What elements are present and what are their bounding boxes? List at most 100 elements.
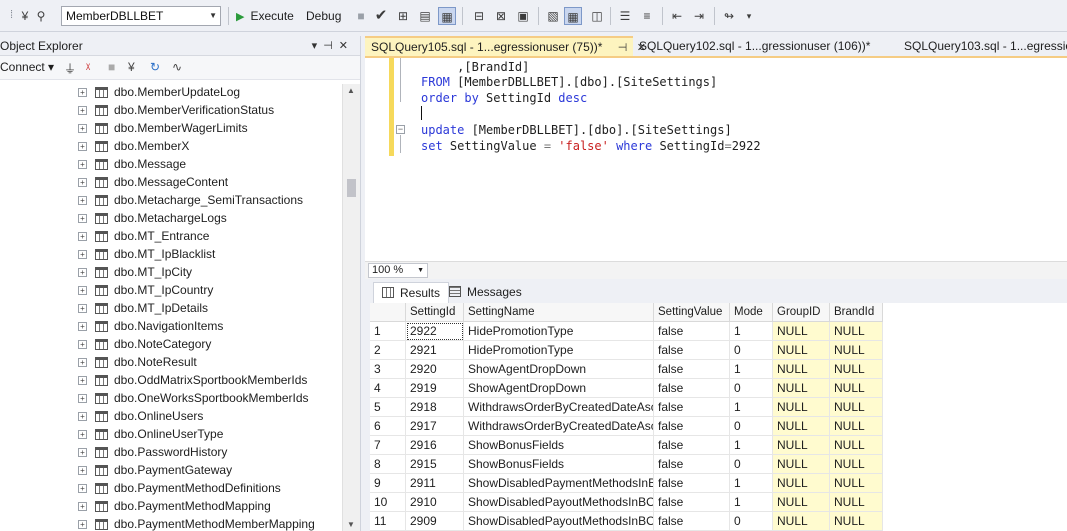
tree-item[interactable]: + dbo.MemberVerificationStatus — [0, 102, 342, 120]
code-line[interactable]: order by SettingId desc — [421, 91, 587, 105]
tree-item[interactable]: + dbo.PaymentMethodMapping — [0, 498, 342, 516]
column-header[interactable]: BrandId — [830, 303, 883, 322]
tab-results[interactable]: Results — [373, 282, 450, 303]
grid-cell[interactable]: 2909 — [406, 512, 464, 531]
grid-cell[interactable]: false — [654, 436, 730, 455]
grid-cell[interactable]: 1 — [730, 493, 773, 512]
grid-cell[interactable]: 0 — [730, 512, 773, 531]
grid-cell[interactable]: 1 — [730, 322, 773, 341]
grid-cell[interactable]: NULL — [830, 379, 883, 398]
expand-icon[interactable]: + — [78, 178, 87, 187]
grid-cell[interactable]: NULL — [773, 455, 830, 474]
results-grid-toggle-icon[interactable]: ▦ — [564, 7, 582, 25]
uncomment-icon[interactable]: ≡ — [638, 7, 656, 25]
grid-cell[interactable]: false — [654, 493, 730, 512]
client-statistics-icon[interactable]: ▣ — [514, 7, 532, 25]
grid-cell[interactable]: NULL — [773, 379, 830, 398]
expand-icon[interactable]: + — [78, 466, 87, 475]
toolbar-overflow-icon[interactable]: ▾ — [740, 7, 758, 25]
specify-template-values-icon[interactable]: ↬ — [720, 7, 738, 25]
tree-item[interactable]: + dbo.PaymentGateway — [0, 462, 342, 480]
tree-item[interactable]: + dbo.MT_IpCountry — [0, 282, 342, 300]
grid-cell[interactable]: NULL — [830, 322, 883, 341]
tree-item[interactable]: + dbo.NavigationItems — [0, 318, 342, 336]
tree-item[interactable]: + dbo.Metacharge_SemiTransactions — [0, 192, 342, 210]
results-to-text-icon[interactable]: ▧ — [544, 7, 562, 25]
grid-cell[interactable]: 2917 — [406, 417, 464, 436]
window-position-icon[interactable]: ▾ — [312, 40, 324, 52]
expand-icon[interactable]: + — [78, 430, 87, 439]
scroll-down-icon[interactable]: ▼ — [347, 520, 355, 529]
expand-icon[interactable]: + — [78, 412, 87, 421]
grid-cell[interactable]: NULL — [830, 474, 883, 493]
code-line[interactable]: update [MemberDBLLBET].[dbo].[SiteSettin… — [421, 123, 732, 137]
expand-icon[interactable]: + — [78, 520, 87, 529]
tree-item[interactable]: + dbo.MT_Entrance — [0, 228, 342, 246]
grid-cell[interactable]: NULL — [773, 341, 830, 360]
activity-monitor-icon[interactable]: ∿ — [172, 60, 182, 74]
grid-cell[interactable]: 2916 — [406, 436, 464, 455]
grid-cell[interactable]: false — [654, 398, 730, 417]
grid-cell[interactable]: 1 — [730, 360, 773, 379]
grid-cell[interactable]: 0 — [730, 341, 773, 360]
code-line[interactable]: ,[BrandId] — [421, 60, 529, 74]
tree-item[interactable]: + dbo.MT_IpDetails — [0, 300, 342, 318]
grid-cell[interactable]: ShowDisabledPayoutMethodsInBO — [464, 493, 654, 512]
grid-cell[interactable]: 0 — [730, 455, 773, 474]
expand-icon[interactable]: + — [78, 286, 87, 295]
grid-cell[interactable]: false — [654, 341, 730, 360]
expand-icon[interactable]: + — [78, 196, 87, 205]
grid-cell[interactable]: 1 — [730, 398, 773, 417]
tree-item[interactable]: + dbo.MT_IpBlacklist — [0, 246, 342, 264]
expand-icon[interactable]: + — [78, 358, 87, 367]
grid-cell[interactable]: 2922 — [406, 322, 464, 341]
change-connection-icon[interactable]: ⚲ — [32, 7, 50, 25]
toolbar-grip-icon[interactable]: ⁞ — [10, 9, 13, 21]
expand-icon[interactable]: + — [78, 484, 87, 493]
zoom-select[interactable]: 100 % ▼ — [368, 263, 428, 278]
expand-icon[interactable]: + — [78, 394, 87, 403]
query-options-icon[interactable]: ▤ — [416, 7, 434, 25]
expand-icon[interactable]: + — [78, 124, 87, 133]
grid-cell[interactable]: ShowDisabledPayoutMethodsInBO — [464, 512, 654, 531]
decrease-indent-icon[interactable]: ⇤ — [668, 7, 686, 25]
refresh-icon[interactable]: ↻ — [150, 60, 160, 74]
tree-item[interactable]: + dbo.NoteResult — [0, 354, 342, 372]
expand-icon[interactable]: + — [78, 304, 87, 313]
row-number[interactable]: 8 — [370, 455, 406, 474]
tree-item[interactable]: + dbo.OnlineUserType — [0, 426, 342, 444]
collapse-icon[interactable]: − — [396, 125, 405, 134]
grid-cell[interactable]: false — [654, 474, 730, 493]
expand-icon[interactable]: + — [78, 448, 87, 457]
expand-icon[interactable]: + — [78, 340, 87, 349]
tree-item[interactable]: + dbo.MemberWagerLimits — [0, 120, 342, 138]
row-number[interactable]: 3 — [370, 360, 406, 379]
tree-item[interactable]: + dbo.MemberX — [0, 138, 342, 156]
grid-cell[interactable]: WithdrawsOrderByCreatedDateAsc — [464, 398, 654, 417]
query-editor[interactable]: − ,[BrandId] FROM [MemberDBLLBET].[dbo].[… — [365, 56, 1067, 261]
tree-item[interactable]: + dbo.PasswordHistory — [0, 444, 342, 462]
tree-item[interactable]: + dbo.MT_IpCity — [0, 264, 342, 282]
scroll-up-icon[interactable]: ▲ — [347, 86, 355, 95]
expand-icon[interactable]: + — [78, 232, 87, 241]
tree-item[interactable]: + dbo.Message — [0, 156, 342, 174]
code-line[interactable]: set SettingValue = 'false' where Setting… — [421, 139, 761, 153]
grid-cell[interactable]: NULL — [773, 322, 830, 341]
column-header[interactable]: GroupID — [773, 303, 830, 322]
include-actual-plan-icon[interactable]: ⊟ — [470, 7, 488, 25]
row-number[interactable]: 5 — [370, 398, 406, 417]
debug-button[interactable]: Debug — [306, 7, 341, 25]
expand-icon[interactable]: + — [78, 142, 87, 151]
results-grid[interactable]: SettingId SettingName SettingValue Mode Grou… — [370, 303, 1067, 531]
grid-cell[interactable]: false — [654, 322, 730, 341]
tab-sqlquery102[interactable]: SQLQuery102.sql - 1...gressionuser (106)… — [633, 36, 893, 56]
row-number[interactable]: 7 — [370, 436, 406, 455]
results-to-file-icon[interactable]: ◫ — [588, 7, 606, 25]
grid-cell[interactable]: ShowBonusFields — [464, 436, 654, 455]
scrollbar-thumb[interactable] — [347, 179, 356, 197]
grid-cell[interactable]: NULL — [773, 417, 830, 436]
tab-messages[interactable]: Messages — [441, 282, 530, 303]
pin-icon[interactable]: ⊣ — [618, 42, 628, 54]
row-number[interactable]: 9 — [370, 474, 406, 493]
grid-cell[interactable]: 2921 — [406, 341, 464, 360]
